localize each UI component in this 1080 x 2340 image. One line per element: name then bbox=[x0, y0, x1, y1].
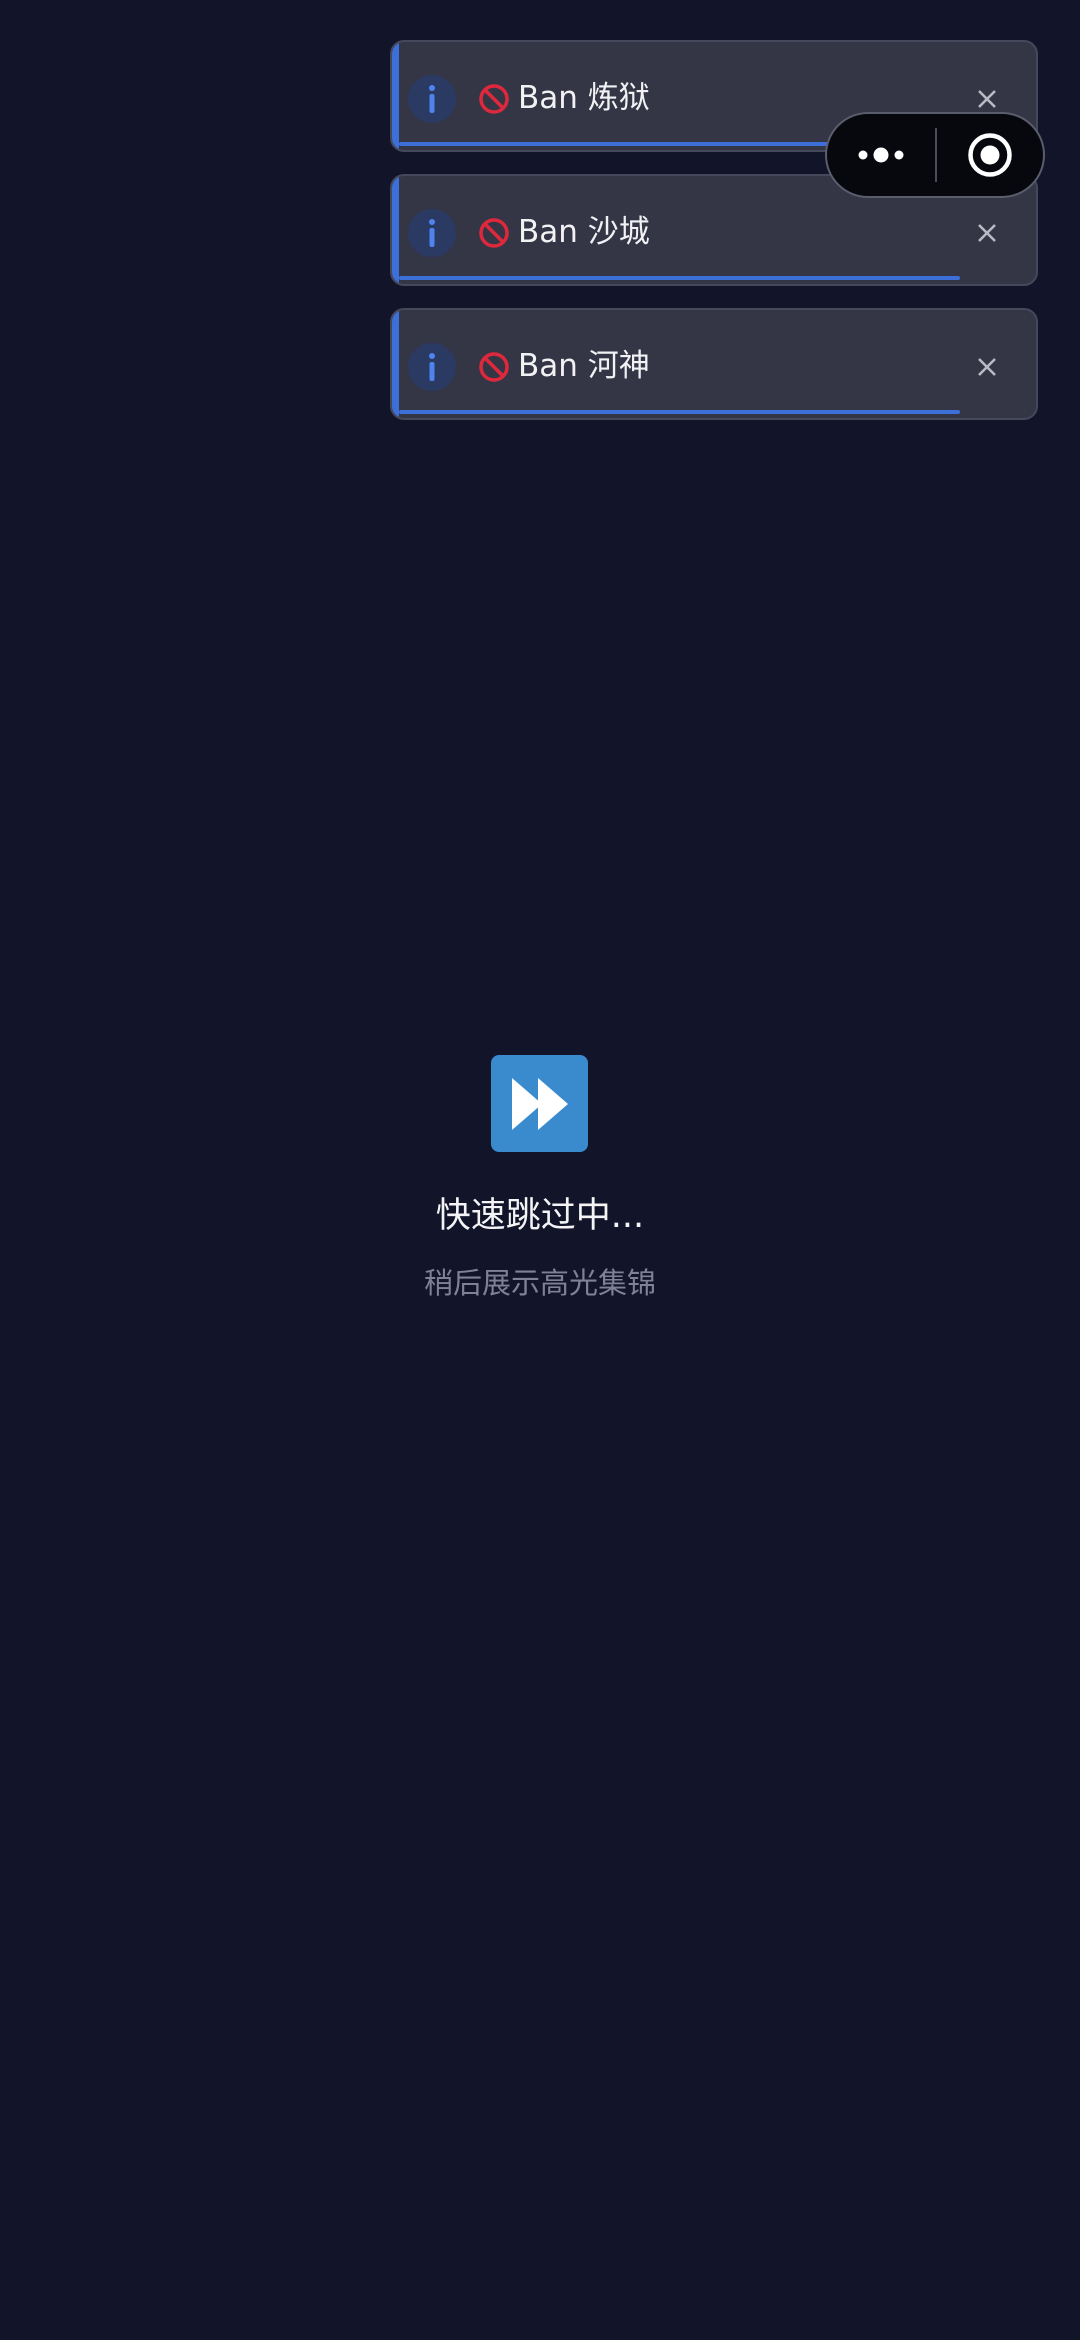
toast-progress-bar bbox=[399, 410, 1036, 414]
status-title: 快速跳过中... bbox=[435, 1196, 645, 1236]
notification-toast: Ban 河神 bbox=[390, 308, 1038, 420]
info-icon bbox=[408, 209, 456, 257]
status-subtitle: 稍后展示高光集锦 bbox=[423, 1266, 656, 1300]
close-button[interactable] bbox=[970, 82, 1004, 116]
close-button[interactable] bbox=[970, 216, 1004, 250]
toast-accent-bar bbox=[392, 176, 399, 284]
toast-progress-fill bbox=[399, 276, 960, 280]
more-button[interactable] bbox=[827, 114, 935, 196]
exit-button[interactable] bbox=[937, 114, 1043, 196]
ban-icon bbox=[479, 218, 509, 248]
toast-progress-fill bbox=[399, 410, 960, 414]
info-icon bbox=[408, 75, 456, 123]
notification-message: Ban 沙城 bbox=[518, 214, 650, 250]
toast-accent-bar bbox=[392, 42, 399, 150]
fast-forward-icon bbox=[491, 1055, 588, 1152]
target-circle-icon bbox=[968, 133, 1012, 177]
screen: Ban 炼狱 Ban 沙城 Ban 河神 快速跳过中... 稍后展示高光集锦 bbox=[0, 0, 1080, 2340]
more-dots-icon bbox=[858, 147, 904, 163]
close-button[interactable] bbox=[970, 350, 1004, 384]
capsule-menu bbox=[825, 112, 1045, 198]
toast-progress-bar bbox=[399, 276, 1036, 280]
ban-icon bbox=[479, 84, 509, 114]
notification-message: Ban 河神 bbox=[518, 348, 650, 384]
info-icon bbox=[408, 343, 456, 391]
close-icon bbox=[978, 90, 996, 108]
ban-icon bbox=[479, 352, 509, 382]
toast-accent-bar bbox=[392, 310, 399, 418]
notification-message: Ban 炼狱 bbox=[518, 80, 650, 116]
close-icon bbox=[978, 224, 996, 242]
close-icon bbox=[978, 358, 996, 376]
